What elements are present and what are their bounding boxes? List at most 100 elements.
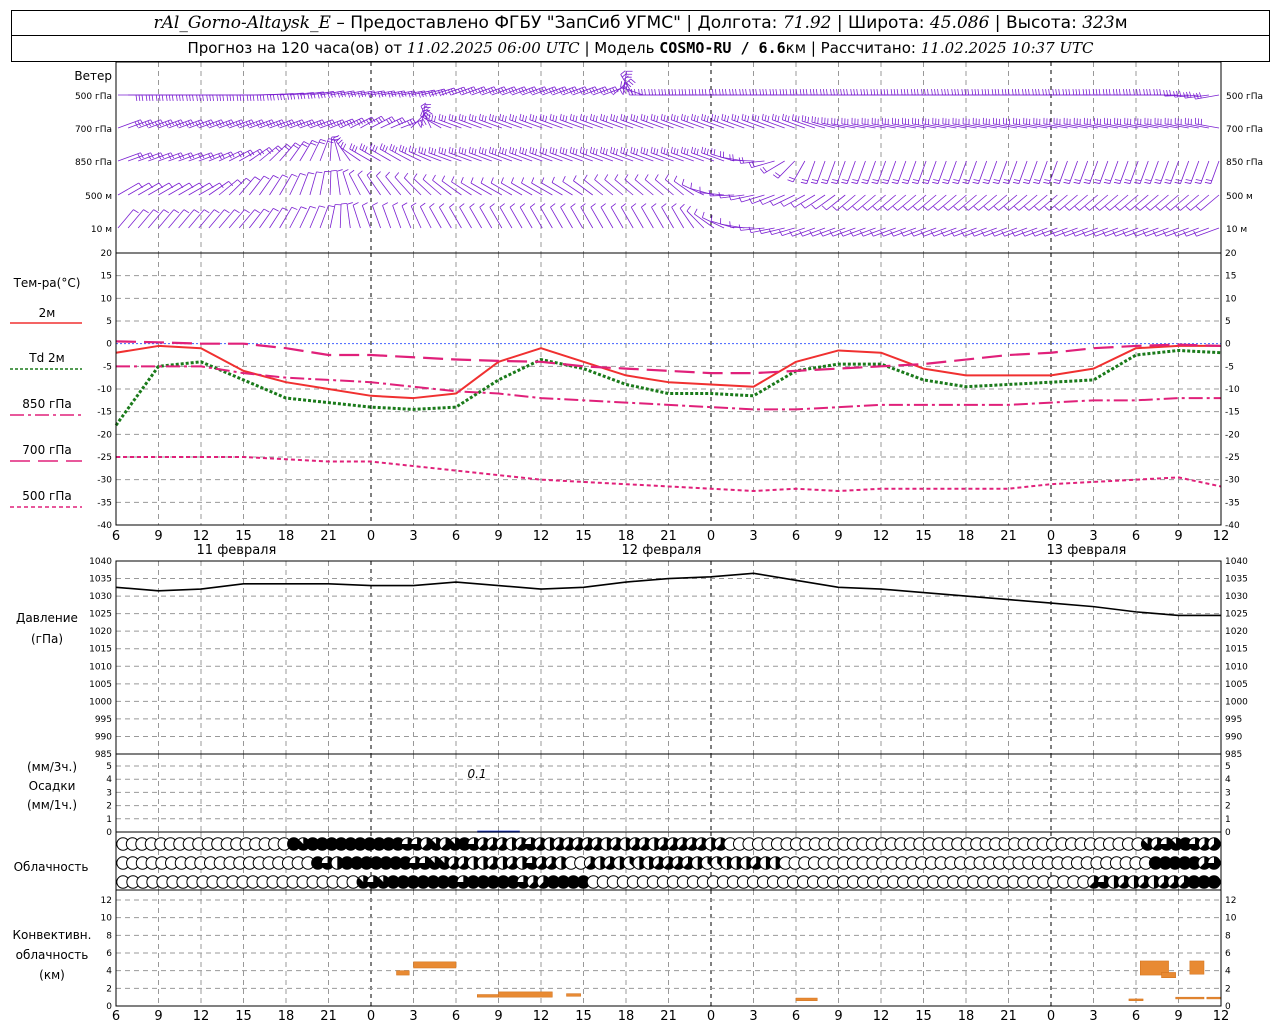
wind-barb-flag (912, 179, 919, 182)
wind-barb-flag (1025, 89, 1027, 96)
wind-barb-flag (499, 146, 502, 153)
wind-barb-flag (902, 206, 908, 211)
wind-barb-flag (812, 89, 815, 96)
wind-barb-flag (724, 114, 727, 121)
wind-barb-shaft (877, 194, 897, 211)
wind-barb-flag (347, 91, 351, 98)
wind-barb-shaft (279, 142, 296, 162)
wind-barb-flag (648, 89, 650, 96)
wind-barb-flag (673, 114, 676, 121)
wind-barb-flag (1195, 179, 1202, 182)
wind-barb-flag (663, 114, 666, 121)
y-tick-label: 1040 (1225, 557, 1248, 567)
wind-barb-flag (942, 181, 949, 184)
wind-barb-flag (364, 146, 368, 153)
wind-barb-flag (451, 114, 454, 121)
wind-barb-flag (212, 94, 214, 101)
wind-barb-flag (714, 114, 717, 121)
wind-barb-flag (202, 94, 204, 101)
wind-barb-flag (620, 113, 623, 120)
y-tick-label: 2 (1225, 802, 1231, 812)
wind-barb-flag (384, 146, 388, 153)
wind-barb-flag (673, 147, 676, 154)
wind-barb-flag (694, 89, 697, 96)
wind-barb-flag (359, 143, 363, 150)
wind-barb-flag (394, 146, 398, 153)
wind-barb-flag (143, 209, 149, 214)
wind-barb-flag (628, 80, 634, 86)
wind-barb-flag (832, 206, 838, 211)
wind-barb-flag (1023, 181, 1030, 184)
wind-barb-flag (189, 94, 191, 101)
wind-barb-flag (494, 148, 497, 155)
wind-barb-shaft (458, 119, 482, 129)
wind-barb-flag (535, 115, 538, 122)
wind-barb-shaft (559, 152, 583, 162)
x-tick-label: 9 (494, 529, 502, 544)
wind-barb-flag (1095, 89, 1098, 96)
wind-barb-shaft (1159, 194, 1179, 211)
wind-barb-flag (519, 146, 522, 153)
wind-barb-flag (470, 177, 474, 184)
wind-barb-flag (739, 89, 741, 96)
wind-barb-flag (592, 114, 595, 121)
wind-barb-flag (532, 147, 535, 154)
wind-barb-shaft (519, 152, 543, 162)
wind-barb-flag (691, 89, 694, 96)
wind-barb-flag (367, 91, 371, 98)
y-tick-label: 1035 (89, 575, 112, 585)
wind-barb-shaft (846, 194, 866, 211)
wind-barb-shaft (1018, 194, 1038, 211)
wind-barb-flag (560, 203, 566, 208)
wind-barb-flag (448, 146, 451, 153)
wind-barb-flag (346, 202, 353, 205)
wind-barb-flag (820, 89, 822, 96)
wind-barb-flag (644, 174, 649, 180)
wind-barb-shaft (158, 182, 180, 196)
wind-barb-shaft (208, 209, 225, 229)
wind-barb-flag (236, 94, 239, 101)
x-date-label: 11 февраля (197, 543, 277, 558)
y-tick-label: 10 (1225, 914, 1237, 924)
wind-barb-flag (579, 146, 582, 153)
x-tick-label: 21 (320, 529, 337, 544)
y-tick-label: 6 (106, 949, 112, 959)
pressure-unit: (гПа) (31, 632, 63, 646)
wind-barb-flag (383, 90, 387, 97)
y-tick-label: -35 (97, 498, 112, 508)
wind-barb-flag (319, 205, 326, 208)
wind-barb-flag (418, 146, 421, 153)
wind-barb-flag (357, 91, 361, 98)
wind-barb-flag (254, 209, 260, 214)
wind-barb-flag (893, 89, 896, 96)
wind-barb-flag (222, 94, 225, 101)
y-tick-label: 1025 (89, 610, 112, 620)
wind-barb-flag (842, 206, 848, 211)
wind-barb-flag (716, 115, 719, 122)
wind-barb-flag (1199, 92, 1202, 99)
wind-barb-flag (484, 148, 487, 155)
wind-barb-flag (209, 94, 211, 101)
wind-barb-flag (263, 175, 270, 180)
wind-barb-flag (583, 174, 588, 181)
convective-subtitle: облачность (16, 948, 89, 962)
wind-barb-flag (805, 89, 808, 96)
wind-barb-flag (522, 147, 525, 154)
wind-barb-flag (585, 115, 588, 122)
wind-barb-flag (562, 176, 566, 182)
wind-barb-shaft (289, 173, 301, 196)
meteogram-chart: 500 гПа 500 гПа 700 гПа 700 гПа 850 гПа 850 г… (10, 61, 1263, 1024)
wind-barb-shaft (549, 152, 573, 162)
wind-barb-shaft (178, 209, 195, 229)
wind-barb-flag (944, 89, 946, 96)
wind-barb-flag (410, 202, 417, 207)
wind-barb-shaft (499, 207, 513, 229)
wind-barb-shaft (188, 209, 205, 229)
wind-barb-flag (749, 89, 751, 96)
wind-barb-flag (782, 89, 785, 96)
wind-barb-flag (514, 148, 517, 155)
wind-barb-flag (362, 144, 366, 151)
wind-barb-flag (745, 89, 747, 96)
wind-barb-shaft (178, 182, 200, 196)
wind-barb-shaft (509, 207, 523, 229)
